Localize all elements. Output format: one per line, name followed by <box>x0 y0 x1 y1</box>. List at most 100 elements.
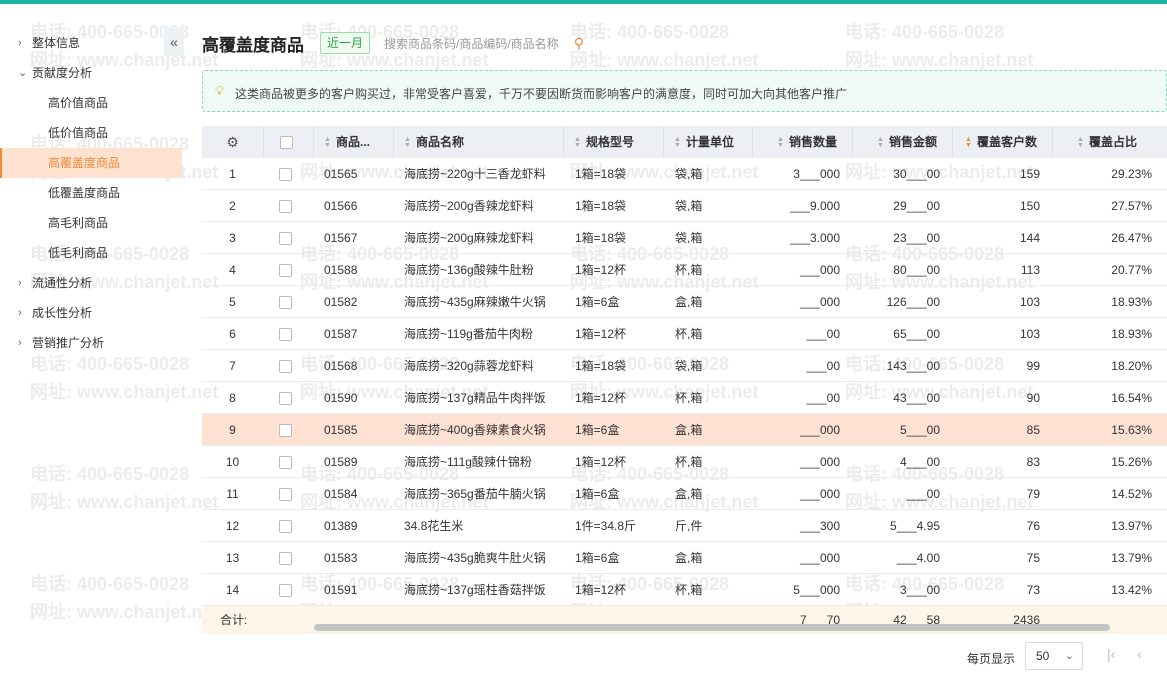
table-row[interactable]: 10 01589 海底捞~111g酸辣什锦粉 1箱=12杯 杯,箱 ___000 4___0… <box>202 446 1167 478</box>
cell-name: 海底捞~200g香辣龙虾料 <box>404 199 534 213</box>
column-header-customers[interactable]: ▲ ▼ 覆盖客户数 <box>952 126 1052 158</box>
table-row[interactable]: 7 01568 海底捞~320g蒜蓉龙虾料 1箱=18袋 袋,箱 ___00 143___0… <box>202 350 1167 382</box>
sidebar-item[interactable]: 高毛利商品 <box>0 208 182 238</box>
row-checkbox[interactable] <box>279 520 292 534</box>
horizontal-scrollbar[interactable] <box>314 624 1110 631</box>
table-row[interactable]: 11 01584 海底捞~365g番茄牛腩火锅 1箱=6盒 盒,箱 ___000 ___00… <box>202 478 1167 510</box>
row-select-cell <box>263 222 313 254</box>
cell-cust: 83 <box>1026 455 1040 469</box>
per-page-value: 50 <box>1036 649 1050 663</box>
watermark-phone: 电话: 400-665-0028 <box>845 22 1005 42</box>
row-checkbox[interactable] <box>279 264 292 278</box>
row-checkbox[interactable] <box>279 200 292 214</box>
cell-qty: ___000 <box>799 551 840 565</box>
row-select-cell <box>263 542 313 574</box>
cell-ratio: 16.54% <box>1111 391 1152 405</box>
period-filter-tag[interactable]: 近一月 <box>320 32 371 54</box>
cell-qty: ___00 <box>806 391 840 405</box>
table-row[interactable]: 2 01566 海底捞~200g香辣龙虾料 1箱=18袋 袋,箱 ___9.000 29__… <box>202 190 1167 222</box>
cell-spec: 1箱=12杯 <box>575 263 627 277</box>
sidebar-item-label: 低毛利商品 <box>48 246 109 260</box>
select-all-cell <box>263 126 313 158</box>
row-checkbox[interactable] <box>279 552 292 566</box>
table-row[interactable]: 4 01588 海底捞~136g酸辣牛肚粉 1箱=12杯 杯,箱 ___000 80___0… <box>202 254 1167 286</box>
row-checkbox[interactable] <box>279 296 292 310</box>
row-checkbox[interactable] <box>279 232 292 246</box>
cell-spec: 1箱=12杯 <box>575 391 627 405</box>
sidebar-item[interactable]: ⌄ 贡献度分析 <box>0 58 182 88</box>
top-accent-bar <box>0 0 1167 4</box>
cell-name: 34.8花生米 <box>404 519 464 533</box>
column-settings[interactable]: ⚙ <box>202 126 263 158</box>
column-header-code[interactable]: ▲ ▼ 商品... <box>313 126 393 158</box>
row-checkbox[interactable] <box>279 360 292 374</box>
table-row[interactable]: 1 01565 海底捞~220g十三香龙虾料 1箱=18袋 袋,箱 3___000 30__… <box>202 158 1167 190</box>
cell-qty: 5___000 <box>793 583 840 597</box>
cell-idx: 13 <box>225 551 240 565</box>
table-row[interactable]: 9 01585 海底捞~400g香辣素食火锅 1箱=6盒 盒,箱 ___000 5___00… <box>202 414 1167 446</box>
first-page-icon[interactable]: |‹ <box>1107 646 1115 662</box>
row-select-cell <box>263 478 313 510</box>
row-select-cell <box>263 318 313 350</box>
sidebar-item[interactable]: 低覆盖度商品 <box>0 178 182 208</box>
table-row[interactable]: 8 01590 海底捞~137g精品牛肉拌饭 1箱=12杯 杯,箱 ___00 43___0… <box>202 382 1167 414</box>
table-row[interactable]: 14 01591 海底捞~137g瑶柱香菇拌饭 1箱=12杯 杯,箱 5___000 3__… <box>202 574 1167 606</box>
select-all-checkbox[interactable] <box>280 136 293 150</box>
collapse-sidebar-button[interactable]: « <box>164 28 184 56</box>
cell-amt: 143___00 <box>886 359 940 373</box>
cell-name: 海底捞~320g蒜蓉龙虾料 <box>404 359 534 373</box>
sidebar-item[interactable]: 高覆盖度商品 <box>0 148 182 178</box>
cell-code: 01389 <box>324 519 358 533</box>
cell-idx: 2 <box>229 199 236 213</box>
sidebar-item-label: 高覆盖度商品 <box>48 156 121 170</box>
prev-page-icon[interactable]: ‹ <box>1137 646 1142 662</box>
column-header-amount[interactable]: ▲ ▼ 销售金额 <box>852 126 952 158</box>
cell-idx: 1 <box>229 167 236 181</box>
cell-qty: ___00 <box>806 359 840 373</box>
per-page-select[interactable]: 50 ⌄ <box>1025 642 1083 670</box>
chevron-right-icon: › <box>18 37 22 49</box>
column-header-qty[interactable]: ▲ ▼ 销售数量 <box>752 126 852 158</box>
sidebar-item[interactable]: › 营销推广分析 <box>0 328 182 358</box>
row-checkbox[interactable] <box>279 456 292 470</box>
row-checkbox[interactable] <box>279 488 292 502</box>
cell-code: 01591 <box>324 583 358 597</box>
cell-unit: 盒,箱 <box>675 423 703 437</box>
sidebar-item[interactable]: › 流通性分析 <box>0 268 182 298</box>
cell-name: 海底捞~111g酸辣什锦粉 <box>404 455 532 469</box>
gear-icon[interactable]: ⚙ <box>226 134 239 150</box>
cell-spec: 1箱=6盒 <box>575 295 620 309</box>
sidebar-item-label: 高价值商品 <box>48 96 109 110</box>
cell-cust: 159 <box>1019 167 1040 181</box>
cell-cust: 75 <box>1026 551 1040 565</box>
sidebar-item[interactable]: 高价值商品 <box>0 88 182 118</box>
row-checkbox[interactable] <box>279 392 292 406</box>
column-header-unit[interactable]: ▲ ▼ 计量单位 <box>663 126 752 158</box>
table-row[interactable]: 12 01389 34.8花生米 1件=34.8斤 斤,件 ___300 5___4.95 7… <box>202 510 1167 542</box>
cell-qty: ___3.000 <box>789 231 840 245</box>
row-checkbox[interactable] <box>279 328 292 342</box>
row-checkbox[interactable] <box>279 168 292 182</box>
sidebar-item[interactable]: 低毛利商品 <box>0 238 182 268</box>
cell-code: 01582 <box>324 295 358 309</box>
sidebar-item-label: 成长性分析 <box>32 306 93 320</box>
cell-unit: 袋,箱 <box>675 231 703 245</box>
sidebar-item[interactable]: › 成长性分析 <box>0 298 182 328</box>
table-row[interactable]: 5 01582 海底捞~435g麻辣嫩牛火锅 1箱=6盒 盒,箱 ___000 126___… <box>202 286 1167 318</box>
row-checkbox[interactable] <box>279 424 292 438</box>
cell-spec: 1箱=6盒 <box>575 487 620 501</box>
sidebar-item[interactable]: › 整体信息 <box>0 28 182 58</box>
column-header-name[interactable]: ▲ ▼ 商品名称 <box>393 126 563 158</box>
table-row[interactable]: 6 01587 海底捞~119g番茄牛肉粉 1箱=12杯 杯,箱 ___00 65___00… <box>202 318 1167 350</box>
watermark-phone: 电话: 400-665-0028 <box>570 22 730 42</box>
cell-cust: 90 <box>1026 391 1040 405</box>
column-header-spec[interactable]: ▲ ▼ 规格型号 <box>563 126 663 158</box>
row-checkbox[interactable] <box>279 584 292 598</box>
table-row[interactable]: 3 01567 海底捞~200g麻辣龙虾料 1箱=18袋 袋,箱 ___3.000 23__… <box>202 222 1167 254</box>
table-row[interactable]: 13 01583 海底捞~435g脆爽牛肚火锅 1箱=6盒 盒,箱 ___000 ___4.… <box>202 542 1167 574</box>
column-header-ratio[interactable]: ▲ ▼ 覆盖占比 <box>1052 126 1167 158</box>
sidebar-item[interactable]: 低价值商品 <box>0 118 182 148</box>
cell-ratio: 15.26% <box>1111 455 1152 469</box>
search-icon[interactable]: ⚲ <box>574 35 584 52</box>
search-input[interactable] <box>384 32 584 56</box>
